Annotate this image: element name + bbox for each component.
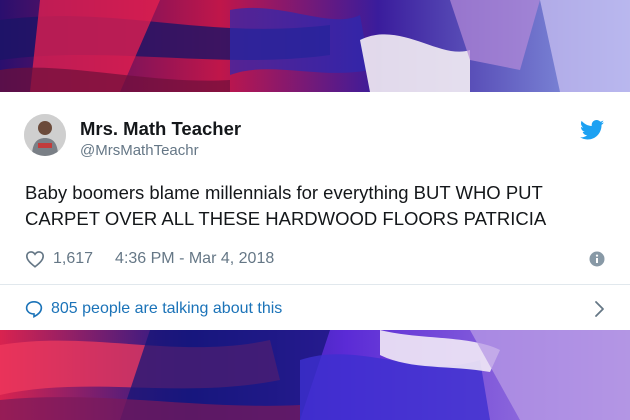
speech-bubble-icon	[25, 300, 43, 318]
page: Mrs. Math Teacher @MrsMathTeachr Baby bo…	[0, 0, 630, 420]
avatar[interactable]	[24, 114, 66, 156]
display-name[interactable]: Mrs. Math Teacher	[80, 118, 241, 140]
avatar-image	[24, 114, 66, 156]
divider	[0, 284, 630, 285]
tweet-text: Baby boomers blame millennials for every…	[25, 182, 547, 229]
user-handle[interactable]: @MrsMathTeachr	[80, 142, 199, 159]
like-count[interactable]: 1,617	[53, 250, 93, 268]
talking-count-link[interactable]: 805 people are talking about this	[51, 300, 282, 318]
tweet-card: Mrs. Math Teacher @MrsMathTeachr Baby bo…	[0, 92, 630, 330]
info-icon[interactable]	[589, 251, 605, 267]
tweet-meta-row: 1,617 4:36 PM - Mar 4, 2018	[25, 248, 605, 270]
tweet-timestamp[interactable]: 4:36 PM - Mar 4, 2018	[115, 250, 274, 268]
twitter-bird-icon[interactable]	[580, 120, 604, 140]
chevron-right-icon[interactable]	[593, 300, 605, 318]
conversation-link[interactable]: 805 people are talking about this	[25, 298, 605, 320]
heart-icon[interactable]	[25, 250, 45, 268]
